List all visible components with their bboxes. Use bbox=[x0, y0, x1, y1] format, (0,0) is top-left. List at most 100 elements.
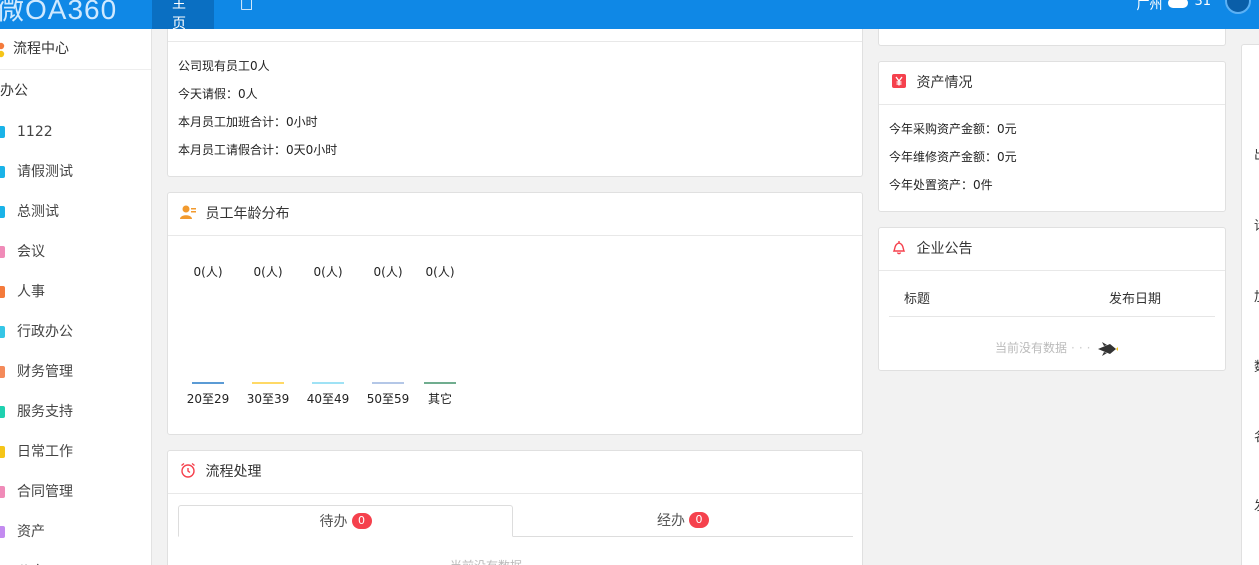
empty-message: 当前没有数据 bbox=[450, 557, 522, 565]
workflow-tabs: 待办 0 经办 0 bbox=[178, 505, 853, 537]
bar-category-label: 40至49 bbox=[306, 392, 350, 406]
sidebar-item-label: 请假测试 bbox=[17, 164, 73, 180]
temperature: 31 bbox=[1194, 0, 1211, 9]
sidebar-group-office: 办公 bbox=[0, 83, 28, 99]
tab-second[interactable]: □ bbox=[220, 0, 273, 29]
sidebar-item[interactable]: 会议 bbox=[0, 232, 151, 272]
panel-title: 资产情况 bbox=[916, 75, 973, 91]
chart-bar bbox=[252, 382, 284, 384]
sidebar-item-label: 1122 bbox=[17, 124, 53, 140]
cloud-icon bbox=[1168, 0, 1189, 8]
yen-icon bbox=[892, 74, 906, 88]
sidebar-item[interactable]: 资产 bbox=[0, 512, 151, 552]
top-bar: 微OA360 主页 □ 广州 31 bbox=[0, 0, 1259, 29]
sidebar-item-label: 财务管理 bbox=[17, 364, 73, 380]
folder-icon bbox=[0, 446, 5, 458]
workflow-icon bbox=[0, 42, 5, 58]
tab-todo-label: 待办 bbox=[319, 514, 348, 530]
folder-icon bbox=[0, 326, 5, 338]
tab-todo[interactable]: 待办 0 bbox=[178, 505, 513, 537]
bar-value-label: 0(人) bbox=[425, 265, 455, 279]
chart-bar bbox=[192, 382, 224, 384]
sidebar-header[interactable]: 流程中心 bbox=[0, 29, 151, 70]
bell-icon bbox=[892, 241, 906, 255]
sidebar-item-label: 日常工作 bbox=[17, 444, 73, 460]
col-date: 发布日期 bbox=[1109, 292, 1162, 307]
tab-handled-label: 经办 bbox=[657, 513, 685, 529]
alarm-clock-icon bbox=[181, 462, 195, 478]
tab-home-label: 主页 bbox=[172, 0, 186, 29]
folder-icon bbox=[0, 366, 5, 378]
sidebar-item[interactable]: 请假测试 bbox=[0, 152, 151, 192]
folder-icon bbox=[0, 166, 5, 178]
sidebar-item-label: 合同管理 bbox=[17, 484, 73, 500]
sidebar-item-label: 会议 bbox=[17, 244, 45, 260]
panel-header-cut bbox=[168, 29, 862, 42]
folder-icon bbox=[0, 126, 5, 138]
panel-header: 资产情况 bbox=[879, 62, 1225, 105]
staff-leave-today: 今天请假：0人 bbox=[178, 87, 258, 101]
user-area: 广州 31 bbox=[1136, 0, 1259, 23]
sidebar-item-label: 总测试 bbox=[17, 204, 59, 220]
table-header: 标题 发布日期 bbox=[889, 282, 1215, 317]
avatar[interactable] bbox=[1225, 0, 1251, 14]
panel-title: 流程处理 bbox=[205, 464, 262, 480]
workflow-panel: 流程处理 待办0 经办0 当前没有数据 bbox=[167, 450, 863, 565]
empty-message: 当前没有数据 bbox=[995, 341, 1068, 355]
sidebar-item-label: 人事 bbox=[17, 284, 45, 300]
cut-label: 数 bbox=[1254, 356, 1259, 375]
sidebar-item[interactable]: 人事 bbox=[0, 272, 151, 312]
panel-title: 员工年龄分布 bbox=[205, 206, 290, 222]
bar-value-label: 0(人) bbox=[373, 265, 403, 279]
chart-bar bbox=[312, 382, 344, 384]
age-bar-chart: 0(人) 20至29 0(人) 30至39 0(人) 40至49 0(人) 50至59 0(人)… bbox=[168, 237, 864, 435]
cut-label: 发 bbox=[1254, 495, 1259, 514]
staff-total: 公司现有员工0人 bbox=[178, 59, 270, 73]
announcements-panel: 企业公告 标题 发布日期 当前没有数据 ··· bbox=[878, 227, 1226, 371]
city-label: 广州 bbox=[1136, 0, 1163, 13]
bar-value-label: 0(人) bbox=[193, 265, 223, 279]
bar-category-label: 30至39 bbox=[246, 392, 290, 406]
sidebar: 流程中心 办公 1122 请假测试总测试会议人事行政办公财务管理服务支持日常工作合… bbox=[0, 29, 152, 565]
todo-count-badge: 0 bbox=[351, 513, 372, 529]
cut-label: 名 bbox=[1254, 426, 1259, 445]
tab-home[interactable]: 主页 bbox=[152, 0, 214, 29]
panel-header: 流程处理 bbox=[168, 451, 862, 494]
sidebar-item[interactable]: 公文 bbox=[0, 552, 151, 565]
sidebar-item-label: 行政办公 bbox=[17, 324, 73, 340]
panel-header: 企业公告 bbox=[879, 228, 1225, 271]
sidebar-item[interactable]: 财务管理 bbox=[0, 352, 151, 392]
folder-icon bbox=[0, 206, 5, 218]
folder-icon bbox=[0, 486, 5, 498]
sidebar-item[interactable]: 1122 bbox=[0, 112, 151, 152]
dots-decoration: ··· bbox=[1071, 341, 1095, 355]
sidebar-header-label: 流程中心 bbox=[13, 41, 69, 57]
asset-purchase: 今年采购资产金额：0元 bbox=[889, 122, 1017, 136]
sidebar-item-label: 服务支持 bbox=[17, 404, 73, 420]
bar-category-label: 50至59 bbox=[366, 392, 410, 406]
cut-label: 加 bbox=[1254, 286, 1259, 305]
asset-repair: 今年维修资产金额：0元 bbox=[889, 150, 1017, 164]
logo: 微OA360 bbox=[0, 0, 118, 25]
tab-handled[interactable]: 经办 0 bbox=[513, 505, 853, 537]
asset-disposal: 今年处置资产：0件 bbox=[889, 178, 993, 192]
staff-overtime: 本月员工加班合计：0小时 bbox=[178, 115, 318, 129]
sidebar-item[interactable]: 行政办公 bbox=[0, 312, 151, 352]
cut-label: 请 bbox=[1254, 215, 1259, 234]
empty-state: 当前没有数据 ··· bbox=[995, 339, 1119, 357]
assets-panel: 资产情况 今年采购资产金额：0元 今年维修资产金额：0元 今年处置资产：0件 bbox=[878, 61, 1226, 212]
sidebar-item[interactable]: 合同管理 bbox=[0, 472, 151, 512]
folder-icon bbox=[0, 406, 5, 418]
chart-bar bbox=[424, 382, 456, 384]
sidebar-item[interactable]: 服务支持 bbox=[0, 392, 151, 432]
staff-summary-panel: 公司现有员工0人 今天请假：0人 本月员工加班合计：0小时 本月员工请假合计：0… bbox=[167, 29, 863, 177]
sidebar-item[interactable]: 总测试 bbox=[0, 192, 151, 232]
staff-leave-month: 本月员工请假合计：0天0小时 bbox=[178, 143, 338, 157]
top-right-panel-cut bbox=[878, 29, 1226, 46]
chart-bar bbox=[372, 382, 404, 384]
panel-title: 企业公告 bbox=[916, 241, 973, 257]
sidebar-item-label: 资产 bbox=[17, 524, 45, 540]
folder-icon bbox=[0, 246, 5, 258]
sidebar-item[interactable]: 日常工作 bbox=[0, 432, 151, 472]
col-title: 标题 bbox=[904, 292, 931, 307]
